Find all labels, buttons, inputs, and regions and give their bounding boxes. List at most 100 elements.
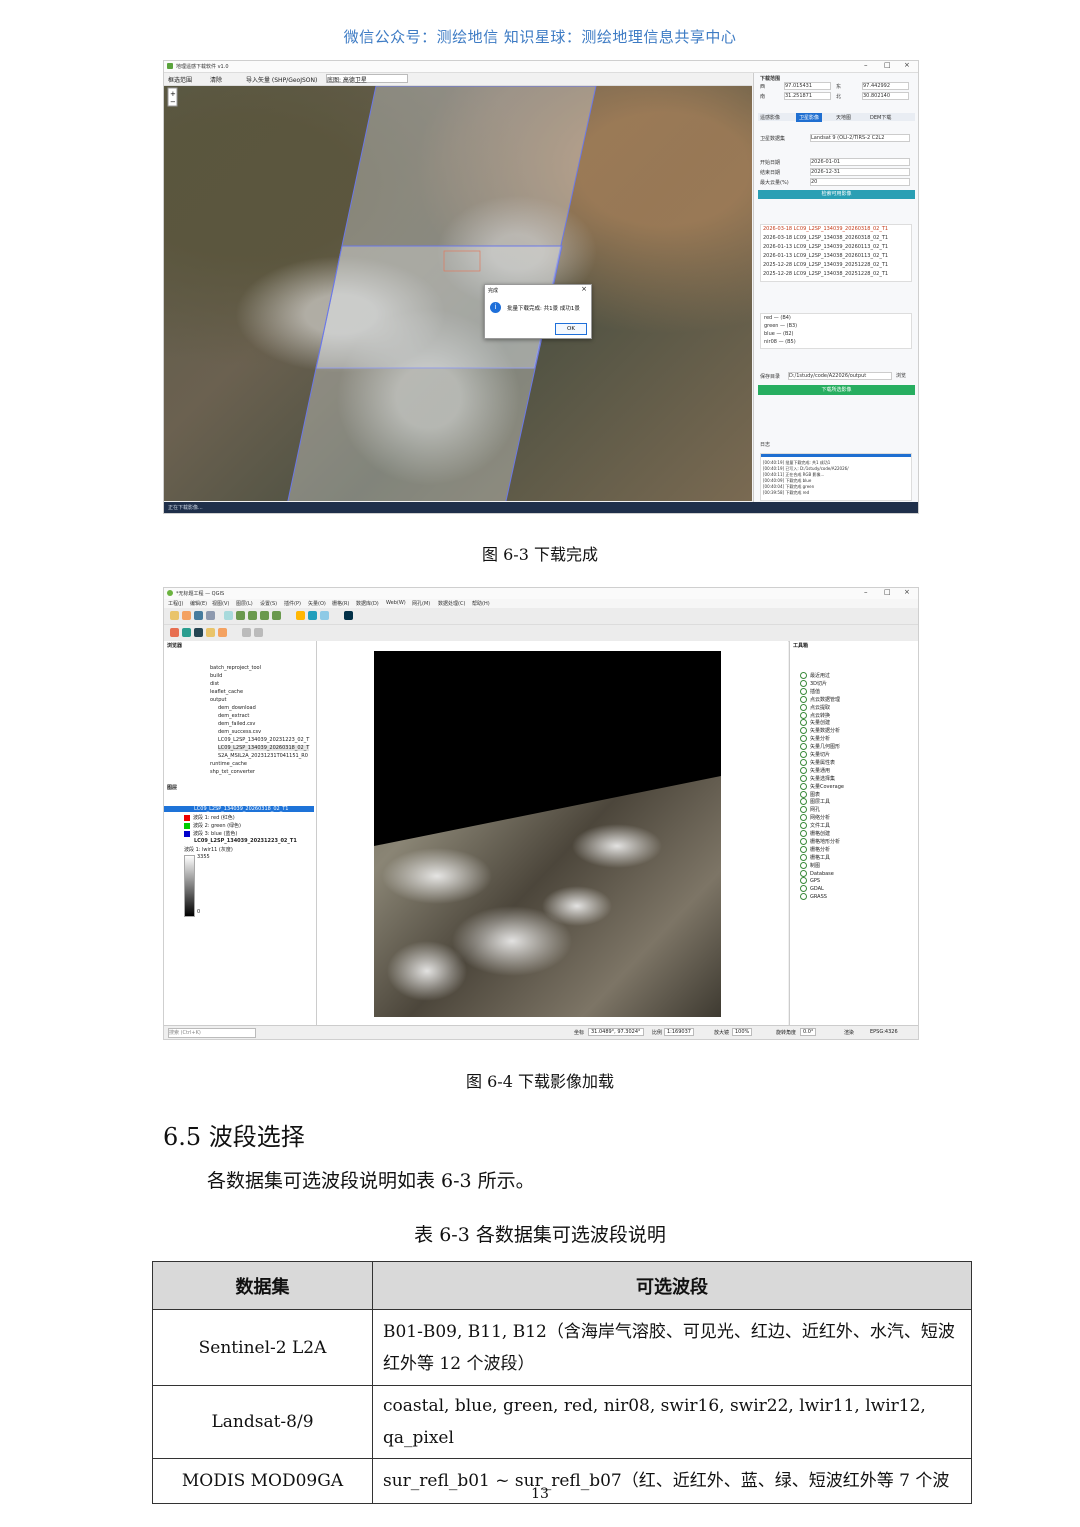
edit-icon[interactable] bbox=[254, 628, 263, 637]
menu-plugins[interactable]: 插件(P) bbox=[284, 600, 301, 607]
browser-item[interactable]: dist bbox=[210, 681, 219, 687]
west-input[interactable]: 97.015431 bbox=[784, 82, 831, 90]
browser-item[interactable]: LC09_L2SP_134039_20260318_02_T bbox=[218, 745, 310, 751]
browser-item[interactable]: LC09_L2SP_134039_20231223_02_T bbox=[218, 737, 309, 743]
zoom-full-icon[interactable] bbox=[260, 611, 269, 620]
toolbox-item[interactable]: 矢量选择集 bbox=[800, 774, 835, 782]
map-canvas[interactable] bbox=[317, 641, 788, 1025]
add-raster-icon[interactable] bbox=[194, 628, 203, 637]
browser-item[interactable]: batch_reproject_tool bbox=[210, 665, 261, 671]
close-icon[interactable]: × bbox=[904, 588, 910, 596]
band-item[interactable]: blue — (B2) bbox=[764, 331, 794, 337]
toolbox-item[interactable]: 栅格工具 bbox=[800, 853, 830, 861]
layer-item-selected[interactable]: LC09_L2SP_134039_20260318_02_T1 bbox=[164, 806, 314, 812]
tab-remote-sensing[interactable]: 遥感影像 bbox=[760, 114, 780, 121]
new-project-icon[interactable] bbox=[170, 611, 179, 620]
satellite-select[interactable]: Landsat 9 (OLI-2/TIRS-2 C2L2 bbox=[810, 134, 910, 142]
toolbox-item[interactable]: GRASS bbox=[800, 893, 827, 901]
menu-processing[interactable]: 数据处理(C) bbox=[438, 600, 465, 607]
menu-vector[interactable]: 矢量(O) bbox=[308, 600, 326, 607]
toolbox-item[interactable]: 图层工具 bbox=[800, 798, 830, 806]
band-item[interactable]: red — (B4) bbox=[764, 315, 791, 321]
menu-project[interactable]: 工程(J) bbox=[168, 600, 183, 607]
toolbox-item[interactable]: 矢量数据分析 bbox=[800, 727, 840, 735]
toolbox-item[interactable]: 栅格地形分析 bbox=[800, 837, 840, 845]
end-date-input[interactable]: 2026-12-31 bbox=[810, 168, 910, 176]
browser-item[interactable]: dem_success.csv bbox=[218, 729, 261, 735]
select-extent-button[interactable]: 框选范围 bbox=[168, 75, 192, 84]
result-item[interactable]: 2026-03-18 LC09_L2SP_134038_20260318_02_… bbox=[763, 235, 888, 241]
result-item[interactable]: 2026-03-18 LC09_L2SP_134039_20260318_02_… bbox=[763, 226, 888, 232]
add-vector-icon[interactable] bbox=[182, 628, 191, 637]
download-button[interactable]: 下载所选影像 bbox=[758, 385, 915, 395]
browser-item[interactable]: runtime_cache bbox=[210, 761, 247, 767]
zoom-in-icon[interactable] bbox=[236, 611, 245, 620]
toolbox-item[interactable]: 3D切片 bbox=[800, 679, 827, 687]
toolbox-item[interactable]: 点云转换 bbox=[800, 711, 830, 719]
menu-database[interactable]: 数据库(D) bbox=[356, 600, 379, 607]
close-icon[interactable]: × bbox=[904, 61, 910, 69]
browser-item[interactable]: output bbox=[210, 697, 227, 703]
zoom-out-icon[interactable] bbox=[248, 611, 257, 620]
maximize-icon[interactable]: □ bbox=[884, 61, 891, 69]
dialog-close-icon[interactable]: × bbox=[581, 285, 587, 293]
east-input[interactable]: 97.442992 bbox=[862, 82, 909, 90]
zoom-layer-icon[interactable] bbox=[272, 611, 281, 620]
print-layout-icon[interactable] bbox=[206, 611, 215, 620]
layer-item[interactable]: LC09_L2SP_134039_20231223_02_T1 bbox=[194, 838, 297, 844]
select-icon[interactable] bbox=[320, 611, 329, 620]
browser-item[interactable]: dem_download bbox=[218, 705, 256, 711]
tab-dem[interactable]: DEM下载 bbox=[870, 114, 891, 121]
satellite-map[interactable]: + − 完成 × i 批量下载完成: 共1景 成功1景 OK bbox=[164, 86, 752, 501]
toolbox-item[interactable]: 栅格创建 bbox=[800, 830, 830, 837]
identify-icon[interactable] bbox=[296, 611, 305, 620]
north-input[interactable]: 30.802140 bbox=[862, 92, 909, 100]
toolbox-item[interactable]: 最近用过 bbox=[800, 672, 830, 679]
toolbox-item[interactable]: 矢量几何图形 bbox=[800, 743, 840, 751]
menu-edit[interactable]: 编辑(E) bbox=[190, 600, 207, 607]
minimize-icon[interactable]: – bbox=[864, 588, 868, 596]
toolbox-item[interactable]: Database bbox=[800, 869, 834, 877]
browse-button[interactable]: 浏览 bbox=[896, 372, 906, 379]
toolbox-item[interactable]: 矢量切片 bbox=[800, 751, 830, 758]
output-path-input[interactable]: D:/1study/code/A22026/output bbox=[788, 372, 892, 380]
toolbox-item[interactable]: 图表 bbox=[800, 790, 820, 798]
add-layer-icon[interactable] bbox=[170, 628, 179, 637]
locator-search-input[interactable]: 搜索 (Ctrl+K) bbox=[168, 1028, 256, 1038]
coordinate-value[interactable]: 31.0489°, 97.3024° bbox=[588, 1028, 644, 1036]
band-item[interactable]: nir08 — (B5) bbox=[764, 339, 796, 345]
toolbox-item[interactable]: 矢量创建 bbox=[800, 719, 830, 727]
toolbox-item[interactable]: 插值 bbox=[800, 687, 820, 695]
toolbox-item[interactable]: 制图 bbox=[800, 861, 820, 869]
toolbox-item[interactable]: 矢量分析 bbox=[800, 735, 830, 743]
basemap-select[interactable]: 底图: 高德卫星 bbox=[326, 74, 408, 84]
maximize-icon[interactable]: □ bbox=[884, 588, 891, 596]
toolbox-item[interactable]: 网络分析 bbox=[800, 814, 830, 822]
start-date-input[interactable]: 2026-01-01 bbox=[810, 158, 910, 166]
menu-view[interactable]: 视图(V) bbox=[212, 600, 229, 607]
tab-satellite[interactable]: 卫星影像 bbox=[796, 113, 823, 122]
result-item[interactable]: 2026-01-13 LC09_L2SP_134038_20260113_02_… bbox=[763, 253, 888, 259]
browser-item[interactable]: S2A_MSIL2A_20231231T041151_R0 bbox=[218, 753, 308, 759]
pan-icon[interactable] bbox=[224, 611, 233, 620]
menu-settings[interactable]: 设置(S) bbox=[260, 600, 277, 607]
digitize-icon[interactable] bbox=[242, 628, 251, 637]
toolbox-item[interactable]: 矢量属性表 bbox=[800, 758, 835, 766]
browser-item[interactable]: shp_txt_converter bbox=[210, 769, 255, 775]
menu-help[interactable]: 帮助(H) bbox=[472, 600, 490, 607]
open-project-icon[interactable] bbox=[182, 611, 191, 620]
menu-web[interactable]: Web(W) bbox=[386, 600, 406, 606]
toolbox-item[interactable]: GDAL bbox=[800, 885, 824, 893]
crs-button[interactable]: EPSG:4326 bbox=[870, 1029, 898, 1035]
toolbox-item[interactable]: 矢量Coverage bbox=[800, 782, 844, 790]
menu-mesh[interactable]: 网孔(M) bbox=[412, 600, 430, 607]
ok-button[interactable]: OK bbox=[555, 323, 587, 335]
measure-icon[interactable] bbox=[308, 611, 317, 620]
result-item[interactable]: 2025-12-28 LC09_L2SP_134038_20251228_02_… bbox=[763, 271, 888, 277]
toolbox-item[interactable]: 文件工具 bbox=[800, 822, 830, 830]
toolbox-item[interactable]: 栅格分析 bbox=[800, 845, 830, 853]
magnifier-value[interactable]: 100% bbox=[732, 1028, 753, 1036]
add-wms-icon[interactable] bbox=[218, 628, 227, 637]
toolbox-item[interactable]: 点云提取 bbox=[800, 703, 830, 711]
toolbox-item[interactable]: 点云数据管理 bbox=[800, 695, 840, 703]
